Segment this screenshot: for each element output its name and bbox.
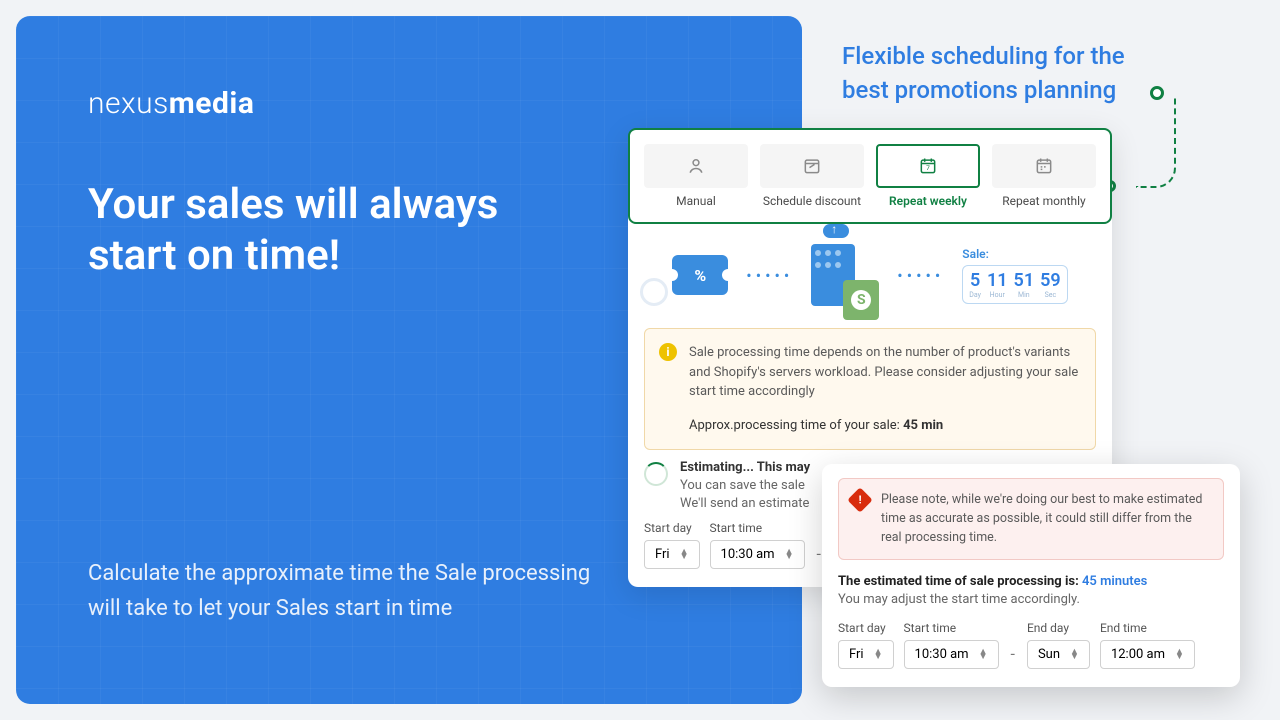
end-day-label: End day [1027, 621, 1090, 635]
estimate-card: ! Please note, while we're doing our bes… [822, 464, 1240, 687]
tab-repeat-weekly[interactable]: 7 Repeat weekly [876, 144, 980, 208]
adjust-line: You may adjust the start time accordingl… [838, 592, 1224, 607]
start-time-label-2: Start time [904, 621, 999, 635]
end-time-label: End time [1100, 621, 1195, 635]
dash-separator-2: - [1009, 644, 1017, 669]
error-banner: ! Please note, while we're doing our bes… [838, 478, 1224, 560]
stepper-icon: ▲▼ [1175, 650, 1184, 660]
brand-logo: nexusmedia [88, 86, 732, 121]
start-day-picker-2[interactable]: Fri ▲▼ [838, 640, 894, 669]
dots-left: ••••• [746, 266, 793, 285]
stepper-icon: ▲▼ [785, 550, 794, 560]
tagline: Flexible scheduling for the best promoti… [842, 40, 1152, 107]
subtext: Calculate the approximate time the Sale … [88, 556, 608, 626]
cloud-upload-icon [823, 224, 849, 238]
info-icon: i [659, 343, 677, 361]
brand-part2: media [169, 86, 255, 121]
gear-icon [640, 278, 668, 306]
alert-icon: ! [847, 487, 872, 512]
sale-illustration: % ••••• S ••••• Sale: 5Day 11Hour 51Min … [628, 224, 1112, 312]
warning-banner: i Sale processing time depends on the nu… [644, 328, 1096, 450]
stepper-icon: ▲▼ [1070, 650, 1079, 660]
discount-ticket-icon: % [672, 255, 728, 295]
tab-manual-label: Manual [644, 194, 748, 208]
start-day-label: Start day [644, 521, 700, 535]
picker-row-2: Start day Fri ▲▼ Start time 10:30 am ▲▼ … [838, 621, 1224, 669]
stepper-icon: ▲▼ [979, 650, 988, 660]
brand-part1: nexus [88, 86, 169, 121]
dots-right: ••••• [897, 266, 944, 285]
estimating-line1: You can save the sale [680, 478, 810, 493]
tab-schedule-discount[interactable]: Schedule discount [760, 144, 864, 208]
calendar-month-icon [1034, 156, 1054, 176]
start-time-label: Start time [710, 521, 805, 535]
warning-body: Sale processing time depends on the numb… [689, 343, 1081, 402]
sale-countdown-block: Sale: 5Day 11Hour 51Min 59Sec [962, 247, 1067, 304]
tab-repeat-monthly[interactable]: Repeat monthly [992, 144, 1096, 208]
approx-time: Approx.processing time of your sale: 45 … [689, 416, 1081, 436]
stepper-icon: ▲▼ [874, 650, 883, 660]
estimating-line2: We'll send an estimate [680, 496, 810, 511]
end-time-picker[interactable]: 12:00 am ▲▼ [1100, 640, 1195, 669]
sale-label: Sale: [962, 247, 1067, 261]
estimating-title: Estimating... This may [680, 460, 810, 475]
user-icon [686, 156, 706, 176]
end-day-picker[interactable]: Sun ▲▼ [1027, 640, 1090, 669]
calendar-week-icon: 7 [918, 156, 938, 176]
server-illustration: S [811, 244, 879, 306]
error-body: Please note, while we're doing our best … [881, 492, 1202, 545]
stepper-icon: ▲▼ [680, 550, 689, 560]
tab-schedule-label: Schedule discount [760, 194, 864, 208]
shopify-bag-icon: S [843, 280, 879, 320]
tab-monthly-label: Repeat monthly [992, 194, 1096, 208]
calendar-discount-icon [802, 156, 822, 176]
start-day-label-2: Start day [838, 621, 894, 635]
tab-manual[interactable]: Manual [644, 144, 748, 208]
start-day-picker[interactable]: Fri ▲▼ [644, 540, 700, 569]
tabs-container: Manual Schedule discount 7 Repeat weekly… [628, 128, 1112, 224]
headline: Your sales will always start on time! [88, 179, 508, 281]
tab-weekly-label: Repeat weekly [876, 194, 980, 208]
countdown: 5Day 11Hour 51Min 59Sec [962, 265, 1067, 304]
start-time-picker-2[interactable]: 10:30 am ▲▼ [904, 640, 999, 669]
connector-line [1136, 98, 1176, 188]
svg-text:7: 7 [926, 164, 930, 172]
estimate-line: The estimated time of sale processing is… [838, 574, 1224, 589]
spinner-icon [644, 462, 668, 486]
start-time-picker[interactable]: 10:30 am ▲▼ [710, 540, 805, 569]
